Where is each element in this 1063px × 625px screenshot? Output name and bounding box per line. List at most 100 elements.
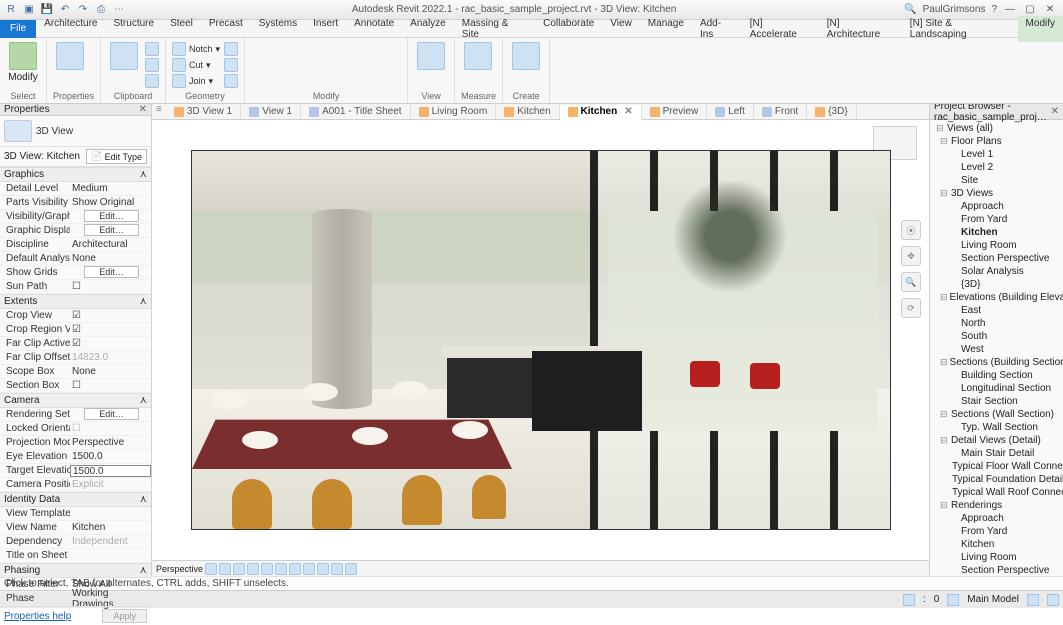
tree-node[interactable]: From Yard (932, 213, 1061, 226)
checkbox[interactable] (70, 324, 151, 335)
mirror-icon[interactable] (317, 42, 333, 58)
prop-row[interactable]: Projection ModePerspective (0, 436, 151, 450)
tree-node[interactable]: Level 2 (932, 161, 1061, 174)
tree-node[interactable]: ⊟Renderings (932, 499, 1061, 512)
tree-node[interactable]: ⊟Elevations (Building Elevation) (932, 291, 1061, 304)
open-icon[interactable]: ▣ (22, 3, 36, 17)
match-icon[interactable] (145, 74, 159, 88)
rotate-icon[interactable] (295, 42, 311, 58)
prop-value[interactable]: Show Original (70, 197, 151, 208)
prop-section-header[interactable]: Graphics (4, 169, 44, 180)
prop-row[interactable]: Section Box (0, 379, 151, 393)
tree-node[interactable]: Typical Wall Roof Connection (932, 486, 1061, 499)
main-model[interactable]: Main Model (967, 594, 1019, 605)
tree-node[interactable]: Building Section (932, 369, 1061, 382)
prop-value[interactable]: Kitchen (70, 522, 151, 533)
minimize-button[interactable]: — (1003, 4, 1017, 15)
view-tab[interactable]: Kitchen✕ (560, 105, 642, 120)
tree-node[interactable]: ⊟Views (all) (932, 122, 1061, 135)
apply-button[interactable]: Apply (102, 609, 147, 623)
prop-row[interactable]: Show GridsEdit… (0, 266, 151, 280)
properties-icon[interactable] (56, 42, 84, 70)
tab-close-icon[interactable]: ✕ (624, 106, 632, 117)
view-tab[interactable]: Left (707, 104, 754, 119)
view-tab[interactable]: {3D} (807, 104, 856, 119)
cut-icon[interactable] (145, 42, 159, 56)
prop-row[interactable]: Crop Region Visible (0, 323, 151, 337)
prop-row[interactable]: PhaseWorking Drawings (0, 592, 151, 606)
properties-help-link[interactable]: Properties help (4, 611, 71, 622)
print-icon[interactable]: ⎙ (94, 3, 108, 17)
tree-node[interactable]: Typical Floor Wall Connection (932, 460, 1061, 473)
view-tab[interactable]: View 1 (241, 104, 301, 119)
prop-value[interactable]: Architectural (70, 239, 151, 250)
prop-row[interactable]: Rendering SettingsEdit… (0, 408, 151, 422)
ribbon-tab--n-accelerate[interactable]: [N] Accelerate (742, 16, 819, 42)
signin-user[interactable]: PaulGrimsons (923, 4, 986, 15)
expand-icon[interactable]: ⊟ (940, 292, 948, 303)
checkbox[interactable] (70, 310, 151, 321)
ribbon-tab-view[interactable]: View (602, 16, 640, 42)
edit-button[interactable]: Edit… (84, 408, 139, 420)
lock-icon[interactable] (289, 563, 301, 575)
create-icon[interactable] (512, 42, 540, 70)
delete-icon[interactable] (339, 64, 355, 80)
view-tab[interactable]: Living Room (411, 104, 497, 119)
steering-wheel-icon[interactable]: ⦿ (901, 220, 921, 240)
sun-path-icon[interactable] (219, 563, 231, 575)
tree-node[interactable]: Main Stair Detail (932, 447, 1061, 460)
tree-node[interactable]: Level 1 (932, 148, 1061, 161)
copy-icon[interactable] (145, 58, 159, 72)
checkbox[interactable] (70, 281, 151, 292)
view-icon[interactable] (417, 42, 445, 70)
show-crop-icon[interactable] (275, 563, 287, 575)
tree-node[interactable]: Approach (932, 512, 1061, 525)
ribbon-tab--n-architecture[interactable]: [N] Architecture (819, 16, 902, 42)
view-tab[interactable]: Preview (642, 104, 708, 119)
qat-more-icon[interactable]: ⋯ (112, 3, 126, 17)
prop-row[interactable]: Far Clip Active (0, 337, 151, 351)
tree-node[interactable]: ⊟Sections (Wall Section) (932, 408, 1061, 421)
geom1-icon[interactable] (224, 42, 238, 56)
prop-value[interactable]: 1500.0 (70, 451, 151, 462)
filter-icon[interactable] (947, 594, 959, 606)
notch-icon[interactable] (172, 42, 186, 56)
revit-icon[interactable]: R (4, 3, 18, 17)
join-icon[interactable] (172, 74, 186, 88)
tree-node[interactable]: Site (932, 174, 1061, 187)
move-icon[interactable] (251, 42, 267, 58)
browser-close-icon[interactable]: ✕ (1051, 106, 1059, 117)
tree-node[interactable]: {3D} (932, 278, 1061, 291)
rendering-icon[interactable] (247, 563, 259, 575)
worksets-icon[interactable] (1027, 594, 1039, 606)
scale-icon[interactable] (251, 64, 267, 80)
save-icon[interactable]: 💾 (40, 3, 54, 17)
prop-value[interactable]: Perspective (70, 437, 151, 448)
paste-icon[interactable] (110, 42, 138, 70)
prop-row[interactable]: Eye Elevation1500.0 (0, 450, 151, 464)
tree-node[interactable]: Typical Foundation Detail (932, 473, 1061, 486)
prop-row[interactable]: DisciplineArchitectural (0, 238, 151, 252)
undo-icon[interactable]: ↶ (58, 3, 72, 17)
tree-node[interactable]: Living Room (932, 239, 1061, 252)
edit-button[interactable]: Edit… (84, 224, 139, 236)
viewport[interactable]: ⦿ ✥ 🔍 ⟳ (152, 120, 929, 560)
edit-button[interactable]: Edit… (84, 266, 139, 278)
prop-input[interactable]: 1500.0 (70, 465, 151, 477)
geom2-icon[interactable] (224, 58, 238, 72)
prop-row[interactable]: Camera PositionExplicit (0, 478, 151, 492)
expand-icon[interactable]: ⊟ (936, 123, 945, 134)
tree-node[interactable]: Solar Analysis (932, 265, 1061, 278)
rendered-view[interactable] (191, 150, 891, 530)
tree-node[interactable]: North (932, 317, 1061, 330)
offset-icon[interactable] (273, 64, 289, 80)
prop-row[interactable]: Locked Orientation (0, 422, 151, 436)
view-tab[interactable]: 3D View 1 (166, 104, 241, 119)
prop-section-header[interactable]: Extents (4, 296, 37, 307)
design-options-icon[interactable] (1047, 594, 1059, 606)
prop-value[interactable]: 14823.0 (70, 352, 151, 363)
tree-node[interactable]: Approach (932, 200, 1061, 213)
prop-row[interactable]: Title on Sheet (0, 549, 151, 563)
tree-node[interactable]: Section Perspective (932, 564, 1061, 576)
prop-section-header[interactable]: Phasing (4, 565, 40, 576)
